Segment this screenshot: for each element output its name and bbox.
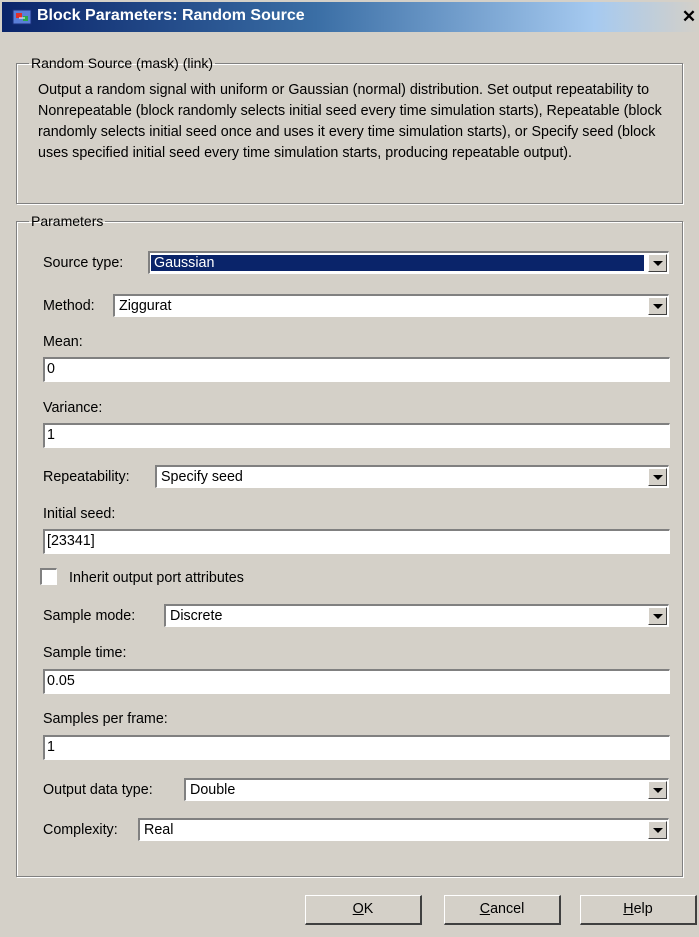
samples-per-frame-label: Samples per frame: <box>43 711 168 727</box>
mask-group-legend: Random Source (mask) (link) <box>31 55 214 71</box>
chevron-down-icon[interactable] <box>648 781 667 799</box>
cancel-mnemonic: C <box>479 901 491 917</box>
chevron-down-icon[interactable] <box>648 821 667 839</box>
initial-seed-label: Initial seed: <box>43 506 116 522</box>
method-dropdown[interactable]: Ziggurat <box>113 294 669 317</box>
close-icon[interactable]: ✕ <box>679 5 699 29</box>
sample-mode-dropdown[interactable]: Discrete <box>164 604 669 627</box>
help-label: elp <box>633 901 653 917</box>
mean-field[interactable]: 0 <box>43 357 670 382</box>
ok-button[interactable]: OK <box>305 895 422 925</box>
simulink-block-icon <box>12 9 32 25</box>
inherit-attributes-checkbox[interactable] <box>40 568 57 585</box>
mask-description-text: Output a random signal with uniform or G… <box>38 82 662 161</box>
chevron-down-icon[interactable] <box>648 297 667 315</box>
chevron-down-icon[interactable] <box>648 607 667 625</box>
inherit-attributes-label[interactable]: Inherit output port attributes <box>69 570 244 586</box>
method-value: Ziggurat <box>119 298 172 314</box>
repeatability-label: Repeatability: <box>43 469 130 485</box>
method-label: Method: <box>43 298 95 314</box>
help-mnemonic: H <box>623 901 634 917</box>
source-type-value: Gaussian <box>151 255 644 271</box>
sample-time-label: Sample time: <box>43 645 127 661</box>
sample-mode-label: Sample mode: <box>43 608 136 624</box>
mean-label: Mean: <box>43 334 83 350</box>
initial-seed-field[interactable]: [23341] <box>43 529 670 554</box>
repeatability-value: Specify seed <box>161 469 243 485</box>
help-button[interactable]: Help <box>580 895 697 925</box>
variance-label: Variance: <box>43 400 103 416</box>
source-type-label: Source type: <box>43 255 124 271</box>
complexity-label: Complexity: <box>43 822 118 838</box>
ok-mnemonic: O <box>352 901 364 917</box>
complexity-value: Real <box>144 822 174 838</box>
output-data-type-value: Double <box>190 782 236 798</box>
ok-label: K <box>363 901 374 917</box>
chevron-down-icon[interactable] <box>648 254 667 272</box>
cancel-label: ancel <box>490 901 525 917</box>
sample-time-field[interactable]: 0.05 <box>43 669 670 694</box>
output-data-type-dropdown[interactable]: Double <box>184 778 669 801</box>
samples-per-frame-field[interactable]: 1 <box>43 735 670 760</box>
block-parameters-dialog: Block Parameters: Random Source ✕ Random… <box>0 0 699 937</box>
repeatability-dropdown[interactable]: Specify seed <box>155 465 669 488</box>
source-type-dropdown[interactable]: Gaussian <box>148 251 669 274</box>
variance-field[interactable]: 1 <box>43 423 670 448</box>
complexity-dropdown[interactable]: Real <box>138 818 669 841</box>
output-data-type-label: Output data type: <box>43 782 153 798</box>
cancel-button[interactable]: Cancel <box>444 895 561 925</box>
chevron-down-icon[interactable] <box>648 468 667 486</box>
window-title: Block Parameters: Random Source <box>37 7 305 24</box>
title-bar[interactable]: Block Parameters: Random Source ✕ <box>2 2 699 32</box>
sample-mode-value: Discrete <box>170 608 223 624</box>
parameters-legend: Parameters <box>31 213 104 229</box>
